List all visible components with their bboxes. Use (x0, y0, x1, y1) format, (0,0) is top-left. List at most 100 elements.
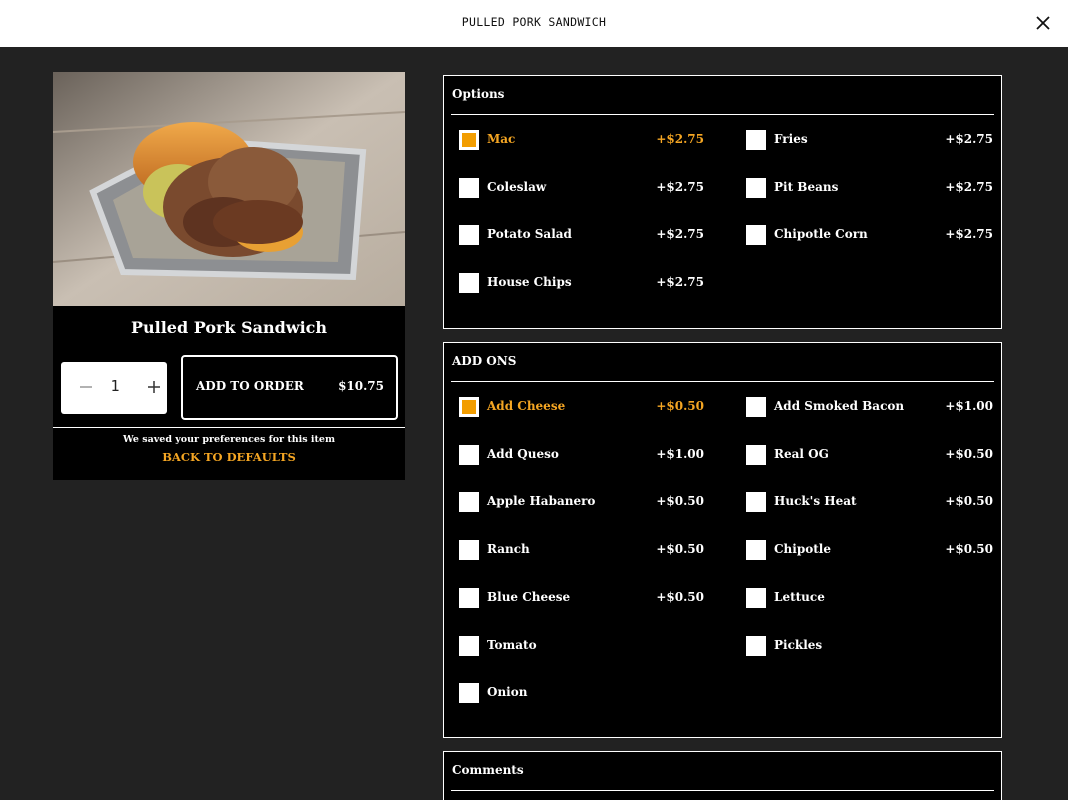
option-price: +$0.50 (945, 494, 993, 509)
option-price: +$0.50 (656, 399, 704, 413)
addons-title: ADD ONS (452, 354, 517, 368)
option-price: +$1.00 (945, 399, 993, 413)
side-option-mac[interactable]: Mac +$2.75 (459, 128, 724, 152)
comments-panel: Comments (443, 751, 1002, 800)
side-option-chipotle-corn[interactable]: Chipotle Corn +$2.75 (746, 223, 1011, 247)
option-label: Apple Habanero (487, 494, 596, 509)
minus-icon[interactable] (75, 376, 97, 398)
divider (451, 790, 994, 791)
option-price: +$1.00 (656, 446, 704, 461)
option-label: Real OG (774, 446, 829, 461)
option-price: +$2.75 (656, 179, 704, 194)
divider (53, 427, 405, 428)
option-label: House Chips (487, 275, 572, 290)
addon-option-blue-cheese[interactable]: Blue Cheese +$0.50 (459, 586, 724, 610)
addons-panel: ADD ONS Add Cheese +$0.50 Add Smoked Bacon… (443, 342, 1002, 738)
checkbox[interactable] (459, 444, 479, 465)
option-price: +$0.50 (945, 446, 993, 461)
option-label: Ranch (487, 542, 530, 557)
option-price: +$2.75 (656, 132, 704, 146)
checkbox[interactable] (459, 130, 479, 150)
option-label: Fries (774, 132, 808, 146)
quantity-value[interactable]: 1 (101, 377, 129, 395)
checkbox[interactable] (459, 492, 479, 513)
checkbox[interactable] (746, 397, 766, 417)
checkbox[interactable] (459, 635, 479, 656)
checkbox[interactable] (459, 683, 479, 704)
option-label: Onion (487, 685, 528, 700)
addon-option-tomato[interactable]: Tomato (459, 634, 724, 658)
checkbox[interactable] (746, 492, 766, 513)
close-icon[interactable] (1030, 10, 1056, 36)
side-option-pit-beans[interactable]: Pit Beans +$2.75 (746, 176, 1011, 200)
comments-title: Comments (452, 763, 524, 777)
checkbox[interactable] (746, 587, 766, 608)
option-price: +$2.75 (656, 227, 704, 242)
add-to-order-price: $10.75 (338, 379, 384, 393)
option-label: Add Queso (487, 446, 559, 461)
option-price: +$2.75 (945, 179, 993, 194)
checkbox[interactable] (746, 444, 766, 465)
item-name: Pulled Pork Sandwich (130, 318, 328, 337)
option-label: Add Cheese (487, 399, 566, 413)
add-to-order-button[interactable]: ADD TO ORDER $10.75 (181, 355, 398, 420)
option-price: +$0.50 (656, 542, 704, 557)
option-price: +$0.50 (656, 589, 704, 604)
saved-preferences-note: We saved your preferences for this item (123, 434, 335, 445)
checkbox[interactable] (459, 177, 479, 198)
add-to-order-label: ADD TO ORDER (196, 379, 304, 393)
checkbox[interactable] (746, 130, 766, 150)
option-label: Blue Cheese (487, 589, 571, 604)
checkbox[interactable] (459, 540, 479, 561)
plus-icon[interactable] (143, 376, 165, 398)
checkbox[interactable] (746, 540, 766, 561)
addon-option-real-og[interactable]: Real OG +$0.50 (746, 443, 1011, 467)
back-to-defaults-link[interactable]: BACK TO DEFAULTS (53, 450, 405, 464)
checkbox[interactable] (459, 397, 479, 417)
option-label: Chipotle (774, 542, 831, 557)
side-option-fries[interactable]: Fries +$2.75 (746, 128, 1011, 152)
addon-option-ranch[interactable]: Ranch +$0.50 (459, 538, 724, 562)
quantity-stepper: 1 (61, 362, 167, 414)
item-card: Pulled Pork Sandwich 1 ADD TO ORDER $10.… (53, 72, 405, 480)
addon-option-apple-habanero[interactable]: Apple Habanero +$0.50 (459, 490, 724, 514)
checkbox[interactable] (746, 635, 766, 656)
option-price: +$2.75 (945, 227, 993, 242)
addon-option-chipotle[interactable]: Chipotle +$0.50 (746, 538, 1011, 562)
side-option-coleslaw[interactable]: Coleslaw +$2.75 (459, 176, 724, 200)
option-label: Coleslaw (487, 179, 547, 194)
checkbox[interactable] (459, 273, 479, 294)
addon-option-huck-s-heat[interactable]: Huck's Heat +$0.50 (746, 490, 1011, 514)
option-label: Mac (487, 132, 516, 146)
addon-option-onion[interactable]: Onion (459, 681, 724, 705)
addon-option-lettuce[interactable]: Lettuce (746, 586, 1011, 610)
addon-option-add-queso[interactable]: Add Queso +$1.00 (459, 443, 724, 467)
modal-header: PULLED PORK SANDWICH (0, 0, 1068, 47)
addon-option-add-cheese[interactable]: Add Cheese +$0.50 (459, 395, 724, 419)
checkbox[interactable] (746, 177, 766, 198)
options-title: Options (452, 87, 505, 101)
addon-option-add-smoked-bacon[interactable]: Add Smoked Bacon +$1.00 (746, 395, 1011, 419)
option-label: Pit Beans (774, 179, 839, 194)
modal-title: PULLED PORK SANDWICH (461, 15, 607, 29)
item-photo (53, 72, 405, 306)
checkbox[interactable] (459, 225, 479, 246)
option-label: Tomato (487, 637, 537, 652)
checkbox[interactable] (746, 225, 766, 246)
option-price: +$2.75 (945, 132, 993, 146)
option-label: Add Smoked Bacon (774, 399, 905, 413)
side-option-potato-salad[interactable]: Potato Salad +$2.75 (459, 223, 724, 247)
side-option-house-chips[interactable]: House Chips +$2.75 (459, 271, 724, 295)
option-label: Pickles (774, 637, 823, 652)
option-label: Huck's Heat (774, 494, 857, 509)
option-price: +$0.50 (945, 542, 993, 557)
divider (451, 381, 994, 382)
option-price: +$0.50 (656, 494, 704, 509)
checkbox[interactable] (459, 587, 479, 608)
option-label: Lettuce (774, 589, 825, 604)
checkbox-check-icon (462, 133, 476, 147)
option-label: Chipotle Corn (774, 227, 868, 242)
option-label: Potato Salad (487, 227, 572, 242)
addon-option-pickles[interactable]: Pickles (746, 634, 1011, 658)
divider (451, 114, 994, 115)
